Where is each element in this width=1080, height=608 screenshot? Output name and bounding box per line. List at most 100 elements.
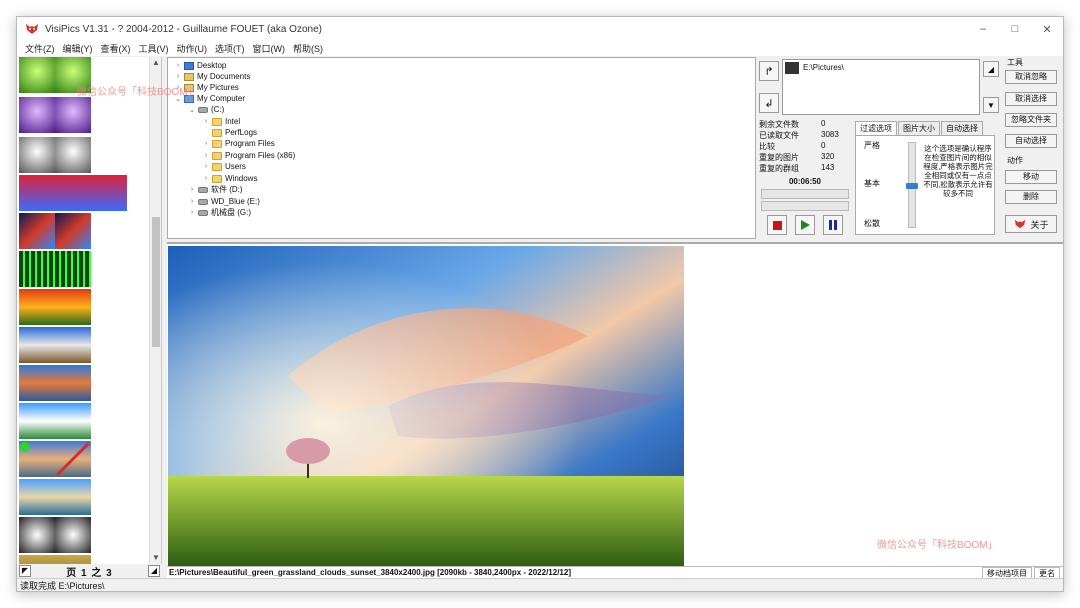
menu-edit[interactable]: 编辑(Y) bbox=[59, 42, 97, 55]
thumbnail-row[interactable] bbox=[19, 251, 129, 287]
folder-icon bbox=[212, 151, 222, 160]
close-button[interactable]: ✕ bbox=[1031, 17, 1063, 41]
triangle-up-icon: ◢ bbox=[987, 64, 995, 74]
thumbnail[interactable] bbox=[55, 365, 91, 401]
tree-item-drive[interactable]: › 机械盘 (G:) bbox=[188, 207, 251, 218]
tree-item-drive[interactable]: › 软件 (D:) bbox=[188, 184, 243, 195]
thumbnail[interactable] bbox=[19, 403, 55, 439]
stop-button[interactable] bbox=[767, 215, 787, 235]
folder-icon bbox=[212, 117, 222, 126]
thumbnail[interactable] bbox=[55, 403, 91, 439]
thumbnail[interactable] bbox=[19, 365, 55, 401]
menu-window[interactable]: 窗口(W) bbox=[249, 42, 290, 55]
about-button[interactable]: 关于 bbox=[1005, 215, 1057, 233]
delete-button[interactable]: 删除 bbox=[1005, 190, 1057, 204]
thumbnail[interactable] bbox=[19, 517, 55, 553]
tree-item-my-documents[interactable]: › My Documents bbox=[174, 71, 251, 82]
thumbnail-scrollbar[interactable]: ▲ ▼ bbox=[149, 57, 161, 564]
unselect-button[interactable]: 取消选择 bbox=[1005, 92, 1057, 106]
thumbnail-row[interactable] bbox=[19, 403, 129, 439]
thumbnail[interactable] bbox=[55, 289, 91, 325]
tree-item-folder[interactable]: › Program Files (x86) bbox=[202, 150, 295, 161]
thumbnail[interactable] bbox=[55, 517, 91, 553]
thumbnail[interactable] bbox=[55, 213, 91, 249]
thumbnail-row[interactable] bbox=[19, 327, 129, 363]
thumbnail[interactable] bbox=[19, 57, 55, 93]
scroll-down-icon[interactable]: ▼ bbox=[150, 552, 161, 564]
folder-tree[interactable]: › Desktop › My Documents › My Pictures ⌄ My … bbox=[167, 57, 756, 239]
folder-list[interactable]: E:\Pictures\ bbox=[782, 59, 980, 115]
thumbnail[interactable] bbox=[19, 97, 55, 133]
thumbnail[interactable] bbox=[19, 213, 55, 249]
tab-auto-select[interactable]: 自动选择 bbox=[941, 121, 983, 135]
remove-folder-button[interactable]: ↲ bbox=[759, 93, 779, 113]
unignore-button[interactable]: 取消忽略 bbox=[1005, 70, 1057, 84]
tree-item-folder[interactable]: PerfLogs bbox=[202, 127, 257, 138]
thumbnail[interactable] bbox=[19, 555, 55, 564]
actions-group-label: 动作 bbox=[1007, 156, 1023, 165]
thumbnail[interactable] bbox=[19, 137, 55, 173]
auto-select-button[interactable]: 自动选择 bbox=[1005, 134, 1057, 148]
thumbnail-row[interactable] bbox=[19, 441, 129, 477]
image-preview[interactable]: 微信公众号「科技BOOM」 bbox=[167, 242, 1063, 568]
tree-item-drive[interactable]: › WD_Blue (E:) bbox=[188, 196, 260, 207]
menu-help[interactable]: 帮助(S) bbox=[289, 42, 327, 55]
move-up-button[interactable]: ◢ bbox=[983, 61, 999, 77]
thumbnail[interactable] bbox=[19, 175, 55, 211]
thumbnail[interactable] bbox=[19, 289, 55, 325]
menu-options[interactable]: 选项(T) bbox=[211, 42, 249, 55]
thumbnail[interactable] bbox=[55, 137, 91, 173]
thumbnail-row[interactable] bbox=[19, 213, 129, 249]
tree-item-folder[interactable]: › Intel bbox=[202, 116, 240, 127]
thumbnail[interactable] bbox=[19, 327, 55, 363]
thumbnail-row[interactable] bbox=[19, 289, 129, 325]
play-button[interactable] bbox=[795, 215, 815, 235]
add-folder-button[interactable]: ↱ bbox=[759, 61, 779, 81]
tree-item-drive-c[interactable]: ⌄ (C:) bbox=[188, 104, 224, 115]
move-down-button[interactable]: ▼ bbox=[983, 97, 999, 113]
thumbnail[interactable] bbox=[19, 251, 55, 287]
stat-remaining-label: 剩余文件数 bbox=[759, 120, 799, 129]
tree-item-desktop[interactable]: › Desktop bbox=[174, 60, 227, 71]
triangle-down-icon: ▼ bbox=[987, 100, 995, 110]
minimize-button[interactable]: – bbox=[967, 17, 999, 41]
menu-file[interactable]: 文件(Z) bbox=[21, 42, 59, 55]
pause-button[interactable] bbox=[823, 215, 843, 235]
move-button[interactable]: 移动 bbox=[1005, 170, 1057, 184]
thumbnail-row[interactable] bbox=[19, 97, 129, 133]
thumbnail[interactable] bbox=[19, 479, 55, 515]
tree-item-folder[interactable]: › Users bbox=[202, 161, 246, 172]
tab-filter[interactable]: 过滤选项 bbox=[855, 121, 897, 135]
thumbnail-row[interactable] bbox=[19, 479, 129, 515]
menu-tools[interactable]: 工具(V) bbox=[135, 42, 173, 55]
thumbnail[interactable] bbox=[55, 251, 91, 287]
tab-image-size[interactable]: 图片大小 bbox=[898, 121, 940, 135]
thumbnail-selected[interactable] bbox=[19, 441, 55, 477]
thumbnail-list[interactable]: ▲ ▼ bbox=[17, 57, 162, 564]
strictness-slider[interactable] bbox=[906, 142, 918, 228]
tree-item-folder[interactable]: › Program Files bbox=[202, 138, 275, 149]
tree-item-folder[interactable]: › Windows bbox=[202, 173, 258, 184]
thumbnail[interactable] bbox=[55, 327, 91, 363]
thumbnail[interactable] bbox=[91, 175, 127, 211]
ignore-folder-button[interactable]: 忽略文件夹 bbox=[1005, 113, 1057, 127]
selected-path[interactable]: E:\Pictures\ bbox=[803, 63, 844, 72]
folder-icon bbox=[212, 174, 222, 183]
slider-handle[interactable] bbox=[906, 183, 918, 189]
thumbnail-row[interactable] bbox=[19, 517, 129, 553]
thumbnail-marked[interactable] bbox=[55, 441, 91, 477]
scroll-thumb[interactable] bbox=[152, 217, 160, 347]
thumbnail-row[interactable] bbox=[19, 137, 129, 173]
page-navigator: ◤ 页 1 之 3 ◢ bbox=[17, 564, 162, 579]
menu-actions[interactable]: 动作(U) bbox=[173, 42, 212, 55]
thumbnail[interactable] bbox=[55, 479, 91, 515]
thumbnail[interactable] bbox=[55, 175, 91, 211]
thumbnail-row[interactable] bbox=[19, 175, 129, 211]
next-page-button[interactable]: ◢ bbox=[148, 565, 160, 577]
thumbnail[interactable] bbox=[55, 97, 91, 133]
scroll-up-icon[interactable]: ▲ bbox=[150, 57, 161, 69]
prev-page-button[interactable]: ◤ bbox=[19, 565, 31, 577]
thumbnail-row[interactable] bbox=[19, 365, 129, 401]
menu-view[interactable]: 查看(X) bbox=[97, 42, 135, 55]
maximize-button[interactable]: □ bbox=[999, 17, 1031, 41]
